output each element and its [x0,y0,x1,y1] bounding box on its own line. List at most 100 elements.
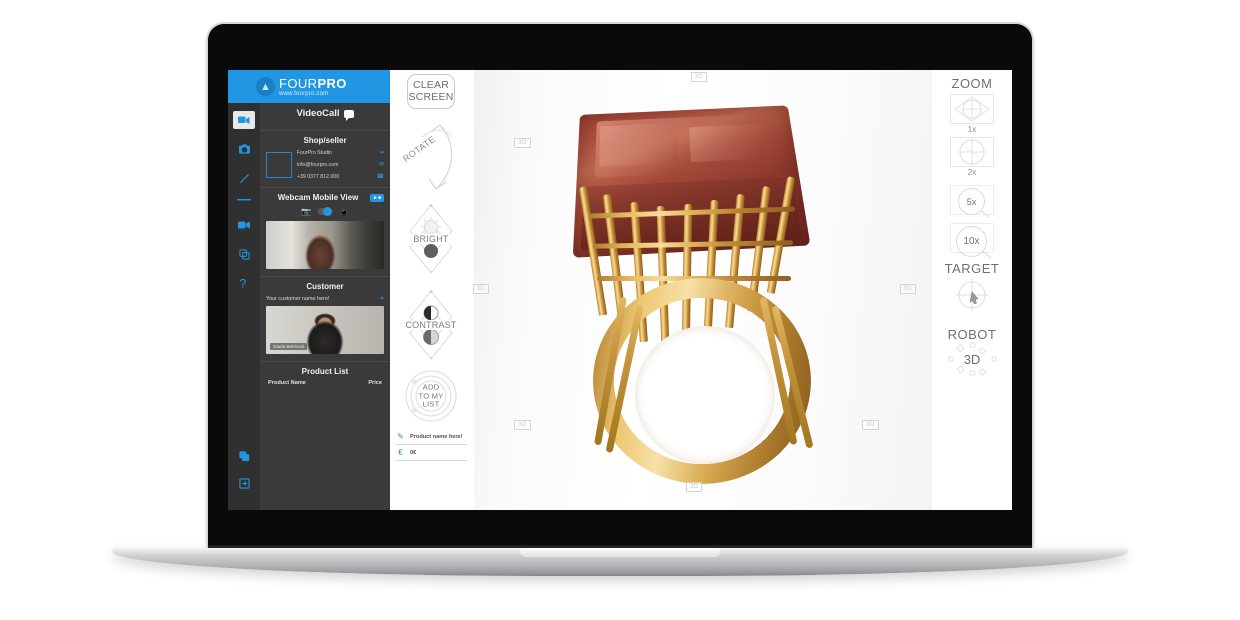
robot-title: ROBOT [947,327,997,342]
zoom-level-2x[interactable]: 2x [950,137,994,177]
videocall-title-text: VideoCall [296,108,340,119]
customer-name-row: Your customer name here! ➜ [266,295,384,303]
copy-icon[interactable] [233,245,255,263]
mail-icon[interactable]: ✉ [379,161,384,168]
laptop-mockup: ? VideoCall Shop/seller FourPro Studio ➜… [0,0,1240,620]
mobile-phone-icon[interactable]: 📱 [339,207,349,216]
shop-contact-lines: FourPro Studio ➜ info@fourpro.com ✉ +39 … [297,149,384,181]
camcorder-icon[interactable] [233,216,255,234]
zoom-level-1x[interactable]: 1x [950,94,994,134]
product-name-field[interactable]: ✎ Product name here! [395,429,467,445]
zoom-label-1x: 1x [967,125,977,134]
sidebar-item-videocall[interactable] [233,111,255,129]
contrast-plus[interactable]: + [429,289,433,296]
euro-icon: € [398,448,403,457]
videocall-title: VideoCall [266,108,384,121]
share-icon[interactable]: ➜ [379,295,384,302]
ring-opening [635,326,776,464]
customer-video-feed[interactable]: Giada Betticorti [266,306,384,354]
right-control-panel: ZOOM 1x 2x 5x 10x TARGET ROBOT 3D [932,70,1012,510]
icon-rail-bottom [233,447,255,510]
zoom-title: ZOOM [951,76,993,91]
robot-section: ROBOT 3D [944,327,1000,376]
shop-email: info@fourpro.com [297,161,339,168]
customer-name-placeholder: Your customer name here! [266,295,330,302]
product-viewer: CLEAR SCREEN ROTATE + - BRIGHT + - CONTR… [390,70,1012,510]
brightness-minus[interactable]: - [430,269,432,276]
robot-3d-value: 3D [963,351,981,367]
brand-text: FOURPRO www.fourpro.com [279,77,347,97]
add-to-my-list-button[interactable]: ADD TO MY LIST [402,367,460,425]
menu-divider [237,198,251,205]
question-mark-icon[interactable]: ? [233,274,255,292]
price-field[interactable]: € 0€ [395,445,467,461]
contrast-dial[interactable]: + - CONTRAST [404,287,458,363]
contrast-label: CONTRAST [404,320,458,330]
handle-3d-bottom-right[interactable]: 3D [862,420,879,430]
webcam-panel: Webcam Mobile View ►■ 📷 📱 [260,188,390,277]
pencil-icon: ✎ [397,432,404,441]
shop-email-row: info@fourpro.com ✉ [297,161,384,169]
shop-phone-row: +39 0377 812.000 ☎ [297,173,384,181]
handle-3d-top-left[interactable]: 3D [514,138,531,149]
shop-avatar [266,152,292,178]
sidebar: VideoCall Shop/seller FourPro Studio ➜ i… [260,70,390,510]
source-toggle-switch[interactable] [318,207,332,216]
webcam-header: Webcam Mobile View ►■ [266,193,384,202]
target-title: TARGET [944,261,1000,276]
camera-icon[interactable] [233,140,255,158]
handle-3d-bottom[interactable]: 3D [686,481,703,492]
webcam-icon[interactable]: 📷 [301,207,311,216]
brightness-dial[interactable]: + - BRIGHT [408,201,454,277]
pencil-icon[interactable] [233,169,255,187]
shop-phone: +39 0377 812.000 [297,173,339,180]
brightness-label: BRIGHT [412,234,450,244]
product-list-title: Product List [301,367,349,376]
price-value: 0€ [410,449,417,456]
product-stage[interactable]: 3D 3D 3D 3D 3D 3D 3D [468,70,932,510]
share-icon[interactable]: ➜ [379,149,384,156]
col-product-name: Product Name [268,380,306,386]
brightness-plus[interactable]: + [429,203,433,210]
brand-header: ▲ FOURPRO www.fourpro.com [228,70,390,103]
handle-3d-top[interactable]: 3D [690,72,707,82]
contrast-minus[interactable]: - [430,355,432,362]
shop-seller-title: Shop/seller [303,136,347,145]
target-section: TARGET [945,261,1000,319]
seller-video-feed[interactable] [266,221,384,269]
zoom-label-2x: 2x [967,168,977,177]
sidebar-body: VideoCall Shop/seller FourPro Studio ➜ i… [260,103,390,393]
product-entry-fields: ✎ Product name here! € 0€ [395,429,467,461]
svg-text:?: ? [239,277,246,290]
videocall-panel: VideoCall [260,103,390,131]
magnifier-icon-10x: 10x [950,223,994,259]
crosshair-circle-icon [950,137,994,167]
handle-3d-bottom-left[interactable]: 3D [514,420,531,430]
webcam-title: Webcam Mobile View [277,193,359,202]
clear-screen-line2: SCREEN [408,90,454,103]
crosshair-cursor-icon[interactable] [952,276,992,319]
clear-screen-line1: CLEAR [412,79,449,92]
product-3d-model[interactable] [549,90,869,490]
product-list-header: Product Name Price [266,380,384,386]
zoom-level-10x[interactable]: 10x [950,223,994,259]
webcam-source-toggle[interactable]: 📷 📱 [266,207,384,216]
phone-icon[interactable]: ☎ [377,173,384,180]
logout-icon[interactable] [233,474,255,492]
handle-3d-left[interactable]: 3D [472,283,489,294]
handle-3d-right[interactable]: 3D [899,283,916,294]
customer-panel: Customer Your customer name here! ➜ Giad… [260,277,390,362]
fourpro-bird-logo: ▲ [256,77,275,96]
windows-copy-icon[interactable] [233,447,255,465]
shop-seller-panel: Shop/seller FourPro Studio ➜ info@fourpr… [260,131,390,188]
laptop-base-notch [520,548,720,557]
application-screen: ? VideoCall Shop/seller FourPro Studio ➜… [228,70,1012,510]
rotate-control[interactable]: ROTATE [400,115,462,197]
crosshair-box-icon [950,94,994,124]
clear-screen-button[interactable]: CLEAR SCREEN [407,74,455,109]
magnifier-icon-5x: 5x [950,185,994,218]
zoom-level-5x[interactable]: 5x [950,185,994,218]
shop-name-row: FourPro Studio ➜ [297,149,384,157]
robot-3d-control[interactable]: 3D [944,342,1000,376]
camcorder-icon[interactable]: ►■ [370,193,384,202]
